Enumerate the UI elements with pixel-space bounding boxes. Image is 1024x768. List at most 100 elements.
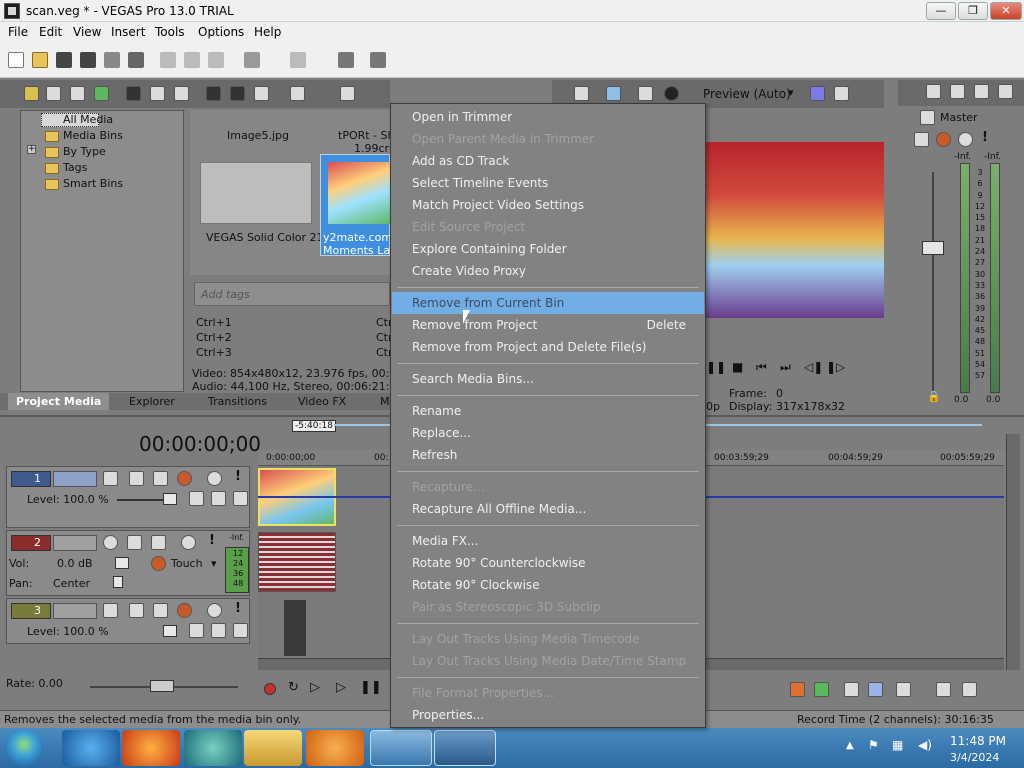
menu-item-replace[interactable]: Replace... (392, 422, 704, 444)
menu-item-remove-from-project[interactable]: Remove from Project Delete (392, 314, 704, 336)
lock-icon[interactable]: 🔒 (927, 390, 941, 403)
next-frame-icon[interactable]: ❚▷ (826, 360, 845, 374)
gear-icon[interactable] (177, 471, 192, 486)
menu-tools[interactable]: Tools (155, 25, 185, 39)
tree-item-by-type[interactable]: By Type (63, 145, 106, 158)
vegas-app-icon[interactable] (4, 3, 20, 19)
volume-icon[interactable]: ◀) (918, 738, 932, 752)
fx-chain-icon[interactable] (153, 603, 168, 618)
video-fx-icon[interactable] (638, 86, 653, 101)
remote-desktop-icon[interactable] (370, 730, 432, 766)
media-fx-icon[interactable] (174, 86, 189, 101)
insert-fx-icon[interactable] (950, 84, 965, 99)
menu-insert[interactable]: Insert (111, 25, 145, 39)
volume-slider-knob[interactable] (115, 557, 129, 569)
internet-explorer-icon[interactable] (62, 730, 120, 766)
cut-icon[interactable] (160, 52, 176, 68)
show-hidden-icons[interactable]: ▲ (846, 740, 854, 751)
track-motion-icon[interactable] (129, 471, 144, 486)
make-compositing-child-icon[interactable] (211, 623, 226, 638)
mute-icon[interactable] (958, 132, 973, 147)
menu-item-rename[interactable]: Rename (392, 400, 704, 422)
menu-item-recapture-all-offline-media[interactable]: Recapture All Offline Media... (392, 498, 704, 520)
rate-slider-knob[interactable] (150, 680, 174, 692)
downmix-icon[interactable] (974, 84, 989, 99)
menu-item-explore-containing-folder[interactable]: Explore Containing Folder (392, 238, 704, 260)
play-from-start-icon[interactable]: ▷ (310, 680, 320, 695)
parent-track-icon[interactable] (189, 623, 204, 638)
split-screen-icon[interactable] (664, 86, 679, 101)
arm-for-record-icon[interactable] (103, 535, 118, 550)
new-file-icon[interactable] (8, 52, 24, 68)
tab-transitions[interactable]: Transitions (208, 395, 267, 408)
menu-item-remove-from-current-bin[interactable]: Remove from Current Bin (392, 292, 704, 314)
chevron-down-icon[interactable]: ▾ (211, 557, 217, 570)
media-player-icon[interactable] (306, 730, 364, 766)
audio-event[interactable] (258, 532, 336, 592)
solo-icon[interactable]: ! (982, 130, 988, 145)
auto-preview-icon[interactable] (254, 86, 269, 101)
menu-item-properties[interactable]: Properties... (392, 704, 704, 726)
file-explorer-icon[interactable] (244, 730, 302, 766)
menu-item-select-timeline-events[interactable]: Select Timeline Events (392, 172, 704, 194)
clock-date[interactable]: 3/4/2024 (950, 751, 999, 764)
previous-frame-icon[interactable]: ◁❚ (804, 360, 823, 374)
menu-view[interactable]: View (73, 25, 101, 39)
make-compositing-child-icon[interactable] (211, 491, 226, 506)
open-folder-icon[interactable] (32, 52, 48, 68)
play-icon[interactable]: ▷ (336, 680, 346, 695)
menu-item-rotate-clockwise[interactable]: Rotate 90° Clockwise (392, 574, 704, 596)
compositing-mode-icon[interactable] (103, 471, 118, 486)
tags-input[interactable]: Add tags (194, 282, 390, 306)
external-monitor-icon[interactable] (606, 86, 621, 101)
chevron-down-icon[interactable]: ▾ (788, 86, 794, 99)
tab-explorer[interactable]: Explorer (129, 395, 175, 408)
pan-slider-knob[interactable] (113, 576, 123, 588)
views-icon[interactable] (290, 86, 305, 101)
gear-icon[interactable] (936, 132, 951, 147)
track-name-field[interactable] (53, 535, 97, 551)
menu-item-remove-from-project-and-delete-files[interactable]: Remove from Project and Delete File(s) (392, 336, 704, 358)
envelope-tool-icon[interactable] (868, 682, 883, 697)
level-slider-knob[interactable] (163, 493, 177, 505)
menu-item-search-media-bins[interactable]: Search Media Bins... (392, 368, 704, 390)
tree-item-all-media[interactable]: All Media (63, 113, 113, 126)
insert-bus-icon[interactable] (926, 84, 941, 99)
start-button[interactable] (4, 730, 44, 766)
preview-quality-select[interactable]: Preview (Auto) (703, 87, 791, 101)
remove-media-icon[interactable] (126, 86, 141, 101)
video-track-header[interactable]: 1 ! Level: 100.0 % (6, 466, 250, 528)
dim-output-icon[interactable] (998, 84, 1013, 99)
copy-snapshot-icon[interactable] (834, 86, 849, 101)
pause-icon[interactable]: ❚❚ (360, 680, 382, 695)
menu-item-rotate-counterclockwise[interactable]: Rotate 90° Counterclockwise (392, 552, 704, 574)
menu-item-open-in-trimmer[interactable]: Open in Trimmer (392, 106, 704, 128)
tab-media-generators[interactable]: M (380, 395, 390, 408)
properties-icon[interactable] (128, 52, 144, 68)
tree-item-media-bins[interactable]: Media Bins (63, 129, 123, 142)
gear-icon[interactable] (151, 556, 166, 571)
menu-item-create-video-proxy[interactable]: Create Video Proxy (392, 260, 704, 282)
track-name-field[interactable] (53, 471, 97, 487)
video-track-header[interactable]: 3 ! Level: 100.0 % (6, 598, 250, 644)
compositing-mode-icon[interactable] (103, 603, 118, 618)
auto-ripple-icon[interactable] (962, 682, 977, 697)
undo-icon[interactable] (244, 52, 260, 68)
menu-item-match-project-video-settings[interactable]: Match Project Video Settings (392, 194, 704, 216)
tree-item-tags[interactable]: Tags (63, 161, 87, 174)
solid-color-thumbnail[interactable] (200, 162, 312, 224)
menu-help[interactable]: Help (254, 25, 281, 39)
video-event[interactable] (284, 600, 306, 656)
whats-this-help-icon[interactable] (370, 52, 386, 68)
menu-item-add-as-cd-track[interactable]: Add as CD Track (392, 150, 704, 172)
media-item-name[interactable]: VEGAS Solid Color 21 (206, 231, 324, 244)
make-compositing-parent-icon[interactable] (233, 623, 248, 638)
audio-track-header[interactable]: 2 ! Vol: 0.0 dB Touch ▾ Pan: Center -Inf… (6, 530, 250, 596)
go-to-start-icon[interactable]: ⏮ (756, 360, 767, 375)
parent-track-icon[interactable] (189, 491, 204, 506)
level-slider-knob[interactable] (163, 625, 177, 637)
invert-phase-icon[interactable] (127, 535, 142, 550)
make-compositing-parent-icon[interactable] (233, 491, 248, 506)
fx-chain-icon[interactable] (914, 132, 929, 147)
loop-playback-icon[interactable]: ↻ (288, 680, 299, 695)
